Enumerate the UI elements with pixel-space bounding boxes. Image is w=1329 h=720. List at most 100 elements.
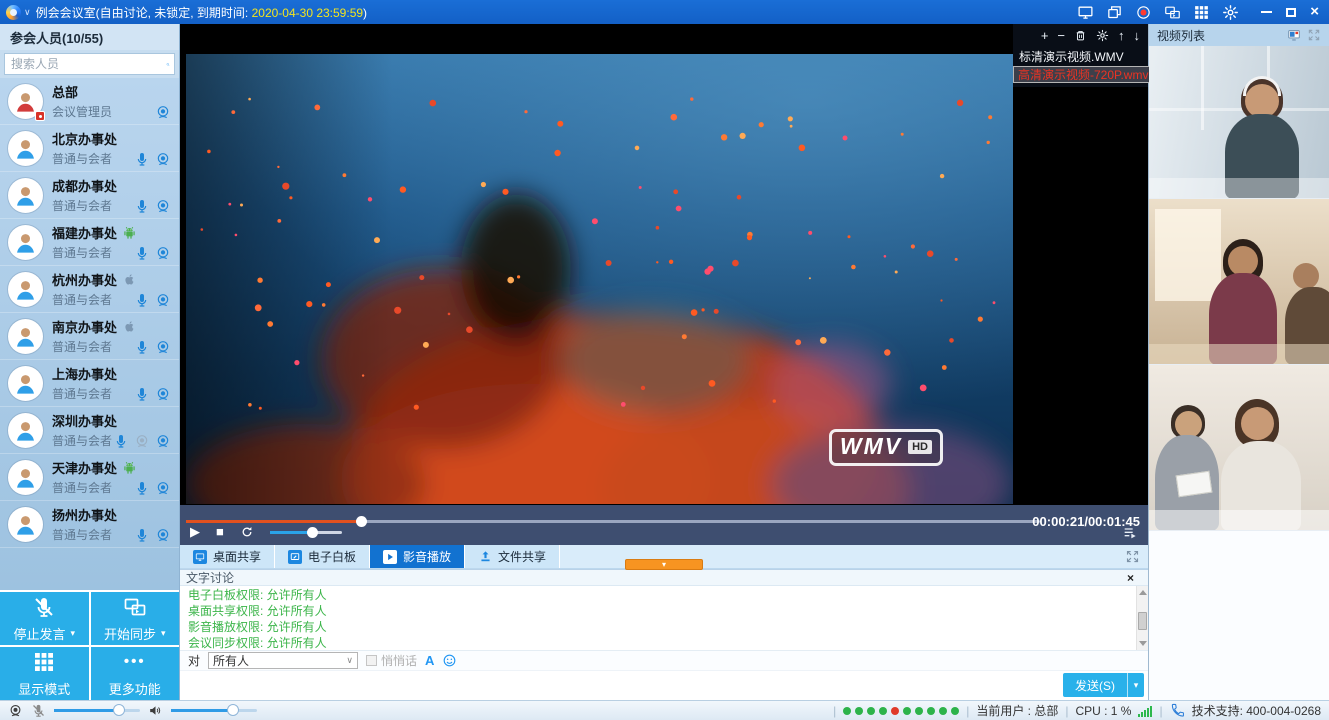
dropdown-caret-icon[interactable]: ▾ (70, 628, 75, 639)
player-volume-slider[interactable] (270, 531, 342, 534)
settings-gear-icon[interactable] (1222, 4, 1239, 21)
chat-scrollbar[interactable] (1136, 586, 1148, 650)
emoji-icon[interactable] (442, 653, 457, 668)
app-logo-icon[interactable] (6, 5, 21, 20)
mic-icon[interactable] (134, 292, 150, 308)
progress-handle[interactable] (356, 516, 367, 527)
loop-button[interactable] (240, 525, 254, 539)
webcam-icon[interactable] (155, 527, 171, 543)
playlist-toggle-icon[interactable] (1122, 525, 1138, 541)
tab-whiteboard[interactable]: 电子白板 (275, 545, 370, 568)
avatar (8, 460, 43, 495)
video-thumbnail[interactable] (1149, 365, 1329, 531)
mic-icon[interactable] (134, 151, 150, 167)
webcam-icon[interactable] (155, 198, 171, 214)
participant-row[interactable]: 成都办事处 普通与会者 (0, 172, 179, 219)
fullscreen-expand-icon[interactable] (1125, 549, 1140, 564)
start-sync-button[interactable]: 开始同步▾ (91, 592, 180, 645)
record-icon[interactable] (1135, 4, 1152, 21)
participant-row[interactable]: 总部 会议管理员 (0, 78, 179, 125)
play-button[interactable]: ▶ (190, 523, 200, 541)
participant-row[interactable]: 上海办事处 普通与会者 (0, 360, 179, 407)
search-icon[interactable] (166, 57, 170, 72)
tab-file-share[interactable]: 文件共享 (465, 545, 560, 568)
webcam-icon[interactable] (155, 292, 171, 308)
participant-row[interactable]: 南京办事处 普通与会者 (0, 313, 179, 360)
webcam-icon[interactable] (155, 104, 171, 120)
layout-grid-icon[interactable] (1193, 4, 1210, 21)
mic-icon[interactable] (134, 386, 150, 402)
stop-speaking-button[interactable]: 停止发言▾ (0, 592, 89, 645)
whisper-checkbox[interactable]: 悄悄话 (366, 652, 417, 669)
move-down-icon[interactable]: ↓ (1134, 29, 1141, 42)
expand-panel-icon[interactable] (1307, 28, 1321, 42)
webcam-icon[interactable] (155, 245, 171, 261)
dropdown-caret-icon[interactable]: ▾ (161, 628, 166, 639)
connection-dot (891, 707, 899, 715)
playlist-item[interactable]: 标清演示视频.WMV (1013, 46, 1148, 66)
participant-row[interactable]: 杭州办事处 普通与会者 (0, 266, 179, 313)
slider-handle[interactable] (113, 704, 125, 716)
add-media-icon[interactable]: + (1041, 29, 1049, 42)
mic-muted-icon[interactable] (31, 703, 46, 718)
checkbox-icon[interactable] (366, 655, 377, 666)
tab-desktop-share[interactable]: 桌面共享 (180, 545, 275, 568)
playing-video[interactable]: WMV HD (186, 54, 1013, 504)
video-thumbnail[interactable] (1149, 46, 1329, 199)
more-features-button[interactable]: ••• 更多功能 (91, 647, 180, 700)
scrollbar-thumb[interactable] (1138, 612, 1147, 630)
speaker-volume-slider[interactable] (171, 709, 257, 712)
window-mode-icon[interactable] (1106, 4, 1123, 21)
screenshot-icon[interactable] (1077, 4, 1094, 21)
video-thumbnail[interactable] (1149, 199, 1329, 365)
participant-row[interactable]: 扬州办事处 普通与会者 (0, 501, 179, 548)
participant-row[interactable]: 天津办事处 普通与会者 (0, 454, 179, 501)
minimize-button[interactable] (1261, 11, 1272, 13)
webcam-icon[interactable] (155, 433, 171, 449)
mic-icon[interactable] (113, 433, 129, 449)
webcam-status-icon[interactable] (8, 703, 23, 718)
current-user-label: 当前用户 : 总部 (976, 702, 1058, 719)
trash-icon[interactable] (1074, 29, 1087, 42)
monitor-mode-icon[interactable] (1287, 28, 1301, 42)
chat-collapse-handle[interactable]: ▾ (625, 559, 703, 570)
webcam-off-icon[interactable] (134, 433, 150, 449)
search-input[interactable] (11, 57, 166, 71)
message-input-area[interactable]: 发送(S) ▾ (180, 671, 1148, 700)
mic-icon[interactable] (134, 527, 150, 543)
stop-button[interactable]: ■ (216, 523, 224, 541)
participant-name: 总部 (52, 82, 78, 101)
chat-close-icon[interactable]: × (1127, 571, 1134, 585)
mic-icon[interactable] (134, 198, 150, 214)
send-options-caret-icon[interactable]: ▾ (1127, 673, 1144, 697)
scroll-up-icon[interactable] (1139, 590, 1147, 595)
mic-icon[interactable] (134, 339, 150, 355)
webcam-icon[interactable] (155, 480, 171, 496)
maximize-button[interactable] (1286, 8, 1296, 17)
font-style-icon[interactable]: A (425, 653, 434, 668)
recipient-select[interactable]: 所有人 ∨ (208, 652, 358, 669)
webcam-icon[interactable] (155, 339, 171, 355)
scroll-down-icon[interactable] (1139, 641, 1147, 646)
playlist-settings-icon[interactable] (1096, 29, 1109, 42)
mic-icon[interactable] (134, 480, 150, 496)
slider-handle[interactable] (227, 704, 239, 716)
chevron-down-icon[interactable]: ∨ (24, 7, 31, 18)
mic-volume-slider[interactable] (54, 709, 140, 712)
participant-row[interactable]: 福建办事处 普通与会者 (0, 219, 179, 266)
volume-handle[interactable] (307, 527, 318, 538)
participant-row[interactable]: 深圳办事处 普通与会者 (0, 407, 179, 454)
remove-media-icon[interactable]: − (1057, 29, 1065, 42)
tab-media-playback[interactable]: 影音播放 (370, 545, 465, 568)
webcam-icon[interactable] (155, 151, 171, 167)
screen-sync-icon[interactable] (1164, 4, 1181, 21)
move-up-icon[interactable]: ↑ (1118, 29, 1125, 42)
webcam-icon[interactable] (155, 386, 171, 402)
participant-row[interactable]: 北京办事处 普通与会者 (0, 125, 179, 172)
playlist-item-selected[interactable]: 高清演示视频-720P.wmv删除 (1013, 66, 1163, 83)
speaker-icon[interactable] (148, 703, 163, 718)
close-button[interactable]: × (1310, 7, 1319, 17)
mic-icon[interactable] (134, 245, 150, 261)
send-button[interactable]: 发送(S) ▾ (1063, 673, 1144, 697)
display-mode-button[interactable]: 显示模式 (0, 647, 89, 700)
